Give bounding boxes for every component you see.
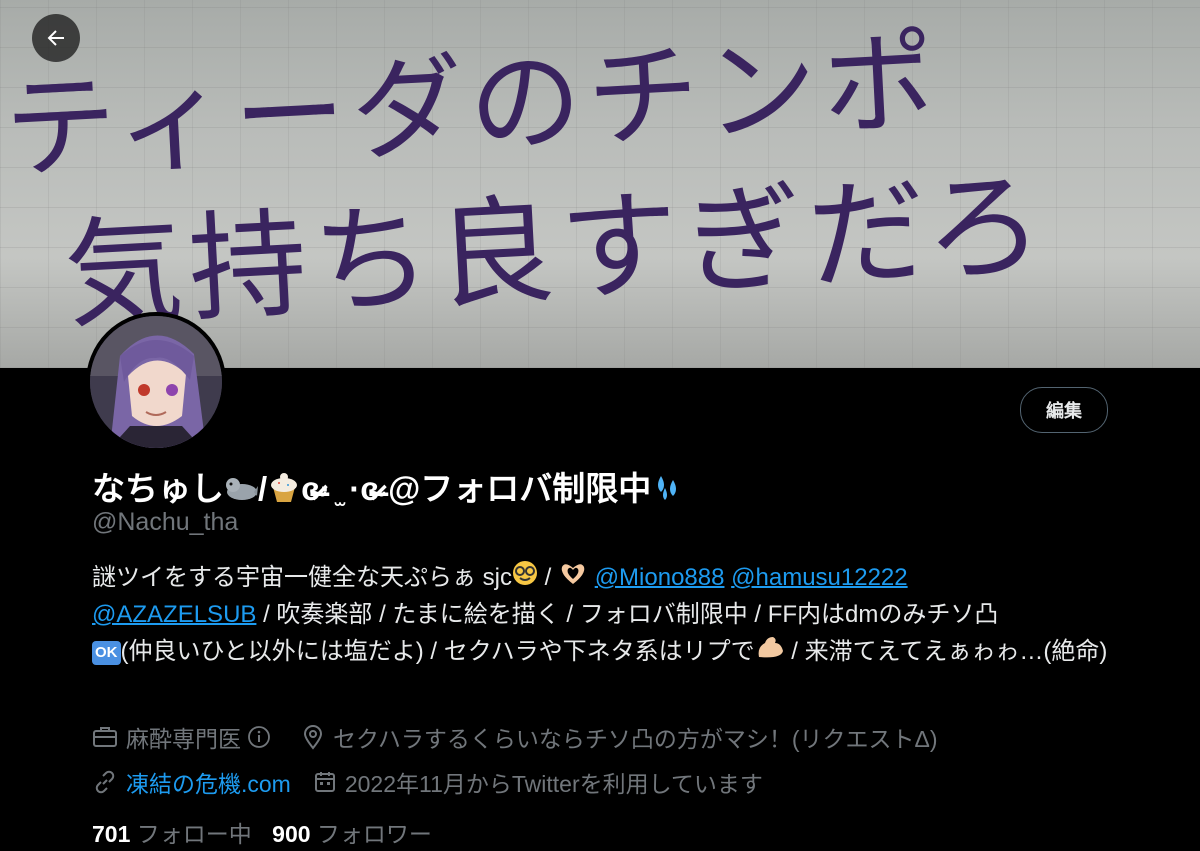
follow-stats: 701 フォロー中 900 フォロワー bbox=[92, 815, 446, 849]
link-icon bbox=[95, 770, 115, 794]
followers-link[interactable]: 900 フォロワー bbox=[272, 821, 446, 847]
following-label: フォロー中 bbox=[136, 821, 252, 847]
job-item: 麻酔専門医 bbox=[92, 720, 279, 754]
mention-link-3[interactable]: @AZAZELSUB bbox=[92, 601, 256, 628]
mention-link-1[interactable]: @Miono888 bbox=[595, 564, 725, 591]
avatar-image bbox=[90, 316, 222, 448]
following-link[interactable]: 701 フォロー中 bbox=[92, 821, 266, 847]
back-arrow-icon bbox=[47, 30, 64, 46]
mention-link-2[interactable]: @hamusu12222 bbox=[731, 564, 907, 591]
user-handle: @Nachu_tha bbox=[92, 508, 239, 536]
edit-profile-button[interactable]: 編集 bbox=[1020, 387, 1108, 433]
info-icon[interactable] bbox=[247, 725, 271, 749]
location-item: セクハラするくらいならチソ凸の方がマシ！(リクエストΔ) bbox=[301, 720, 938, 754]
back-button[interactable] bbox=[32, 14, 80, 62]
profile-meta-row-1: 麻酔専門医 セクハラするくらいならチソ凸の方がマシ！(リクエストΔ) bbox=[92, 720, 960, 754]
display-name-part3: ɞ̴̶̷· ̫ ·ɞ̴̶̷ @フォロバ制限中 bbox=[301, 470, 652, 507]
seal-emoji-icon bbox=[224, 472, 258, 510]
joined-item: 2022年11月からTwitterを利用しています bbox=[313, 765, 763, 799]
ok-button-emoji-icon: OK bbox=[92, 640, 121, 665]
following-count: 701 bbox=[92, 821, 131, 847]
avatar[interactable] bbox=[86, 312, 226, 452]
bio-separator: / bbox=[538, 564, 559, 591]
followers-label: フォロワー bbox=[316, 821, 432, 847]
bio-text-3: / 吹奏楽部 / たまに絵を描く / フォロバ制限中 / FF内はdmのみチソ凸 bbox=[256, 601, 999, 629]
profile-bio: 謎ツイをする宇宙一健全な天ぷらぁ sjc / @Miono888 @hamusu… bbox=[92, 560, 1132, 672]
heart-hands-emoji-icon bbox=[558, 560, 588, 597]
display-name-part1: なちゅし bbox=[92, 470, 224, 507]
website-item[interactable]: 凍結の危機.com bbox=[92, 765, 291, 799]
location-pin-icon bbox=[303, 725, 323, 750]
website-link[interactable]: 凍結の危機.com bbox=[126, 765, 291, 799]
bio-text-4: (仲良いひと以外には塩だよ) / セクハラや下ネタ系はリプで bbox=[120, 638, 755, 665]
bio-text-5: / 来滞てえてえぁゎゎ…(絶命) bbox=[784, 638, 1108, 665]
sweat-droplets-emoji-icon bbox=[651, 472, 683, 510]
location-text: セクハラするくらいならチソ凸の方がマシ！(リクエストΔ) bbox=[333, 726, 938, 752]
cupcake-emoji-icon bbox=[267, 471, 301, 511]
profile-banner[interactable]: ティーダのチンポ 気持ち良すぎだろ bbox=[0, 0, 1200, 368]
profile-meta-row-2: 凍結の危機.com 2022年11月からTwitterを利用しています bbox=[92, 765, 785, 799]
bio-text-1: 謎ツイをする宇宙一健全な天ぷらぁ sjc bbox=[92, 564, 512, 591]
flexed-biceps-emoji-icon bbox=[755, 633, 785, 672]
briefcase-icon bbox=[93, 727, 117, 747]
nerd-face-emoji-icon bbox=[512, 560, 538, 597]
display-name: なちゅし / ɞ̴̶̷· ̫ ·ɞ̴̶̷ @フォロバ制限中 bbox=[92, 462, 683, 511]
display-name-part2: / bbox=[258, 470, 268, 507]
joined-text: 2022年11月からTwitterを利用しています bbox=[344, 771, 763, 797]
followers-count: 900 bbox=[272, 821, 311, 847]
job-text: 麻酔専門医 bbox=[126, 726, 241, 752]
calendar-icon bbox=[314, 772, 335, 792]
